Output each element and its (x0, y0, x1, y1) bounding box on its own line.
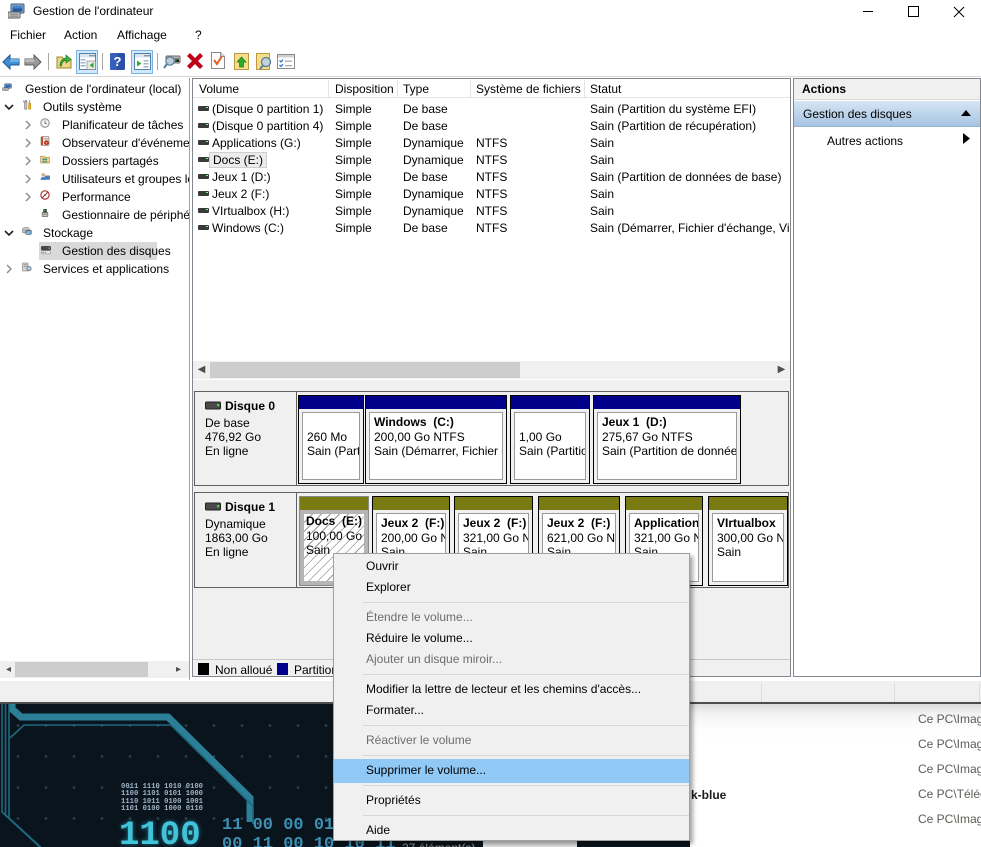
svg-text:!: ! (46, 140, 47, 145)
svg-text:?: ? (114, 54, 122, 69)
